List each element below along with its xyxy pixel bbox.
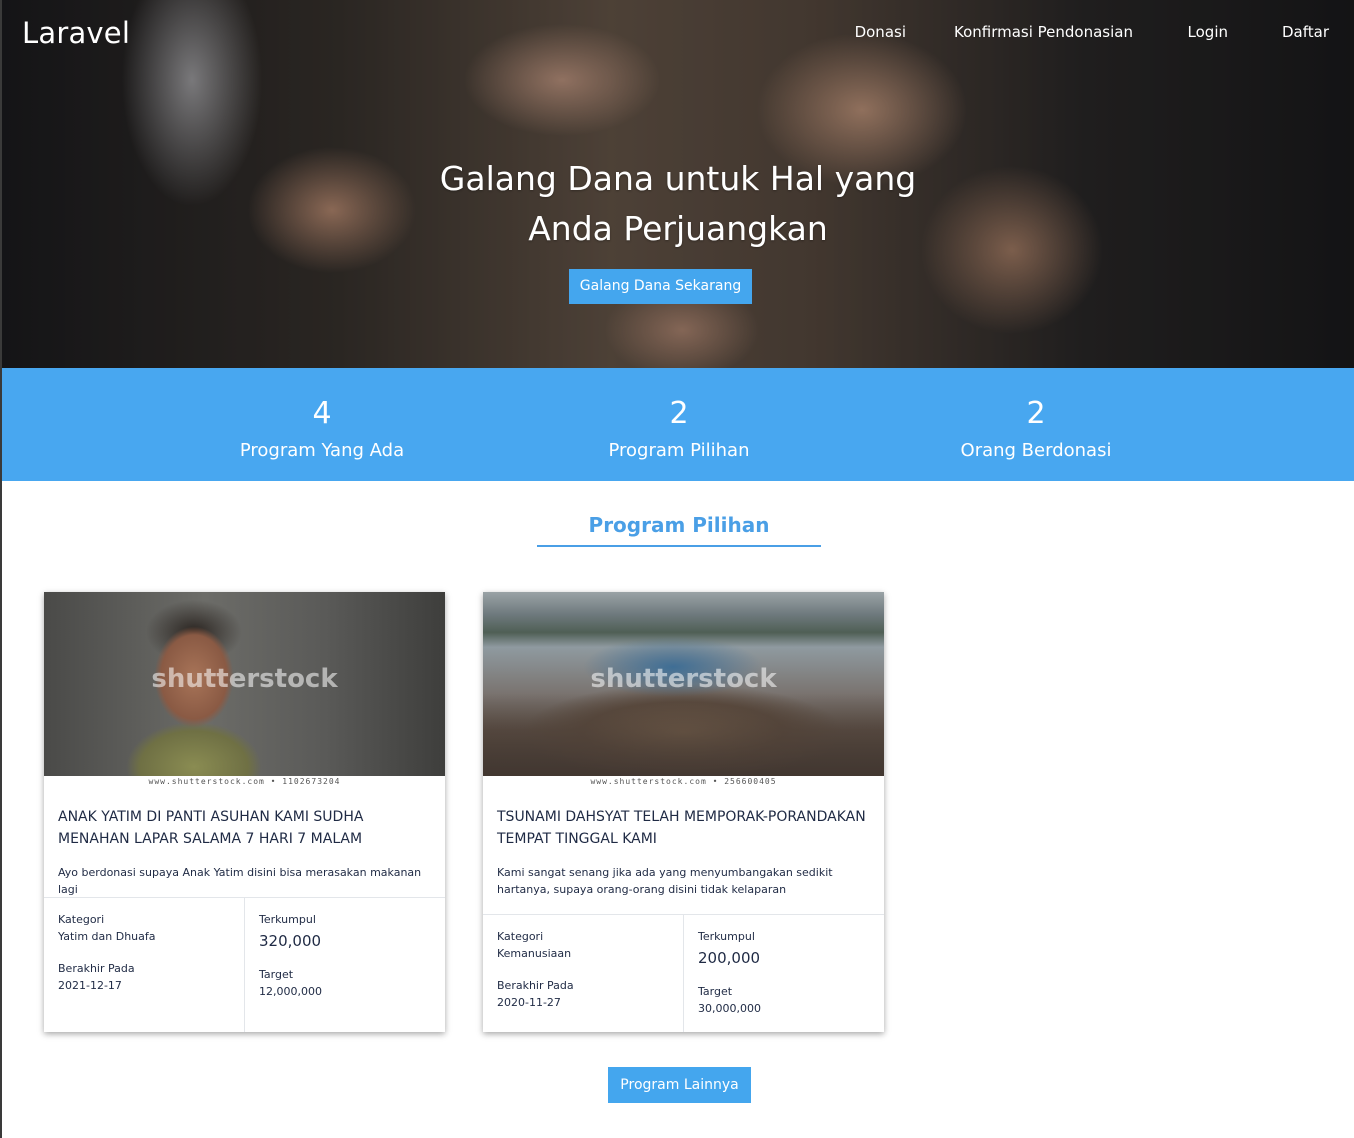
hero-title-line1: Galang Dana untuk Hal yang [439,159,917,198]
program-meta: Kategori Kemanusiaan Berakhir Pada 2020-… [483,914,884,1032]
end-date-value: 2021-12-17 [58,979,122,992]
stat-value: 4 [312,396,332,431]
meta-right: Terkumpul 200,000 Target 30,000,000 [683,915,883,1032]
program-description: Kami sangat senang jika ada yang menyumb… [497,866,833,896]
section-title: Program Pilihan [588,513,770,537]
end-date-label: Berakhir Pada [497,979,574,992]
program-description: Ayo berdonasi supaya Anak Yatim disini b… [58,866,422,896]
nav-item-donasi[interactable]: Donasi [855,23,906,41]
program-card[interactable]: shutterstock www.shutterstock.com • 2566… [483,592,884,1032]
program-image[interactable]: shutterstock www.shutterstock.com • 2566… [483,592,884,788]
nav-item-login[interactable]: Login [1188,23,1228,41]
stat-label: Program Pilihan [608,440,750,461]
program-title[interactable]: TSUNAMI DAHSYAT TELAH MEMPORAK-PORANDAKA… [497,806,869,850]
target-value: 30,000,000 [698,1002,761,1015]
hero-banner: Laravel Donasi Konfirmasi Pendonasian Lo… [2,0,1354,368]
end-date-label: Berakhir Pada [58,962,135,975]
stat-value: 2 [1026,396,1046,431]
category-value: Yatim dan Dhuafa [58,930,156,943]
image-watermark: shutterstock [590,664,777,694]
brand-logo[interactable]: Laravel [22,16,130,50]
target-value: 12,000,000 [259,985,322,998]
category-label: Kategori [497,930,544,943]
meta-left: Kategori Kemanusiaan Berakhir Pada 2020-… [483,915,683,1032]
collected-label: Terkumpul [259,913,316,926]
stat-label: Orang Berdonasi [960,440,1112,461]
section-underline [537,545,821,547]
nav-item-daftar[interactable]: Daftar [1282,23,1329,41]
meta-right: Terkumpul 320,000 Target 12,000,000 [244,898,444,1032]
stats-bar: 4 Program Yang Ada 2 Program Pilihan 2 O… [2,368,1354,481]
collected-value: 200,000 [698,949,761,967]
category-value: Kemanusiaan [497,947,572,960]
program-card[interactable]: shutterstock www.shutterstock.com • 1102… [44,592,445,1032]
image-credit: www.shutterstock.com • 1102673204 [148,777,341,786]
target-label: Target [698,985,733,998]
category-label: Kategori [58,913,105,926]
program-image[interactable]: shutterstock www.shutterstock.com • 1102… [44,592,445,788]
hero-title-line2: Anda Perjuangkan [528,209,828,248]
target-label: Target [259,968,294,981]
collected-label: Terkumpul [698,930,755,943]
program-title[interactable]: ANAK YATIM DI PANTI ASUHAN KAMI SUDHA ME… [58,806,430,850]
nav-item-konfirmasi[interactable]: Konfirmasi Pendonasian [954,23,1133,41]
image-watermark: shutterstock [151,664,338,694]
more-programs-button[interactable]: Program Lainnya [608,1067,751,1103]
end-date-value: 2020-11-27 [497,996,561,1009]
stat-label: Program Yang Ada [239,440,405,461]
image-credit: www.shutterstock.com • 256600405 [590,777,777,786]
stat-value: 2 [669,396,689,431]
hero-title: Galang Dana untuk Hal yang Anda Perjuang… [378,154,978,254]
meta-left: Kategori Yatim dan Dhuafa Berakhir Pada … [44,898,244,1032]
program-meta: Kategori Yatim dan Dhuafa Berakhir Pada … [44,897,445,1032]
collected-value: 320,000 [259,932,322,950]
fundraise-now-button[interactable]: Galang Dana Sekarang [569,269,752,304]
